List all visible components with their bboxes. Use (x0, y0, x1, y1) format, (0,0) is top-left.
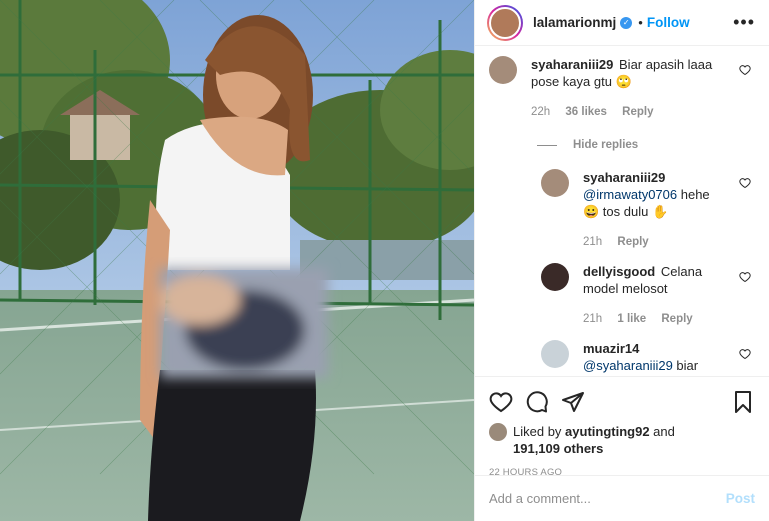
post-photo-image (0, 0, 474, 521)
post-photo[interactable] (0, 0, 474, 521)
hide-replies-line (537, 144, 557, 146)
reply-button[interactable]: Reply (661, 313, 692, 325)
liked-by-user[interactable]: ayutingting92 (565, 424, 650, 439)
like-heart-icon[interactable] (489, 390, 513, 414)
reply-likes[interactable]: 1 like (617, 313, 646, 325)
comment-bubble-icon[interactable] (525, 390, 549, 414)
post-comment-button[interactable]: Post (726, 491, 755, 506)
commenter-avatar[interactable] (489, 56, 517, 84)
reply-meta: 21h 1 like Reply (583, 311, 729, 328)
reply-mention[interactable]: @irmawaty0706 (583, 187, 677, 202)
share-paper-plane-icon[interactable] (561, 390, 585, 414)
post-actions: Liked by ayutingting92 and 191,109 other… (475, 376, 769, 478)
follow-button[interactable]: Follow (647, 15, 690, 30)
likes-summary: Liked by ayutingting92 and 191,109 other… (489, 423, 755, 457)
likes-others-count[interactable]: 191,109 others (513, 441, 603, 456)
comments-list[interactable]: syaharaniii29 Biar apasih laaa pose kaya… (475, 46, 769, 376)
verified-badge-icon: ✓ (620, 16, 633, 29)
comment-meta: 22h 36 likes Reply (531, 104, 729, 121)
reply-meta: 21h Reply (583, 234, 729, 251)
commenter-avatar[interactable] (541, 263, 569, 291)
liked-by-prefix: Liked by (513, 424, 566, 439)
comment-time[interactable]: 22h (531, 106, 550, 118)
reply-username[interactable]: syaharaniii29 (583, 170, 665, 185)
reply-username[interactable]: muazir14 (583, 341, 639, 356)
liked-by-and: and (649, 424, 675, 439)
reply-button[interactable]: Reply (622, 106, 653, 118)
like-comment-heart-icon[interactable] (739, 348, 751, 360)
comment-item: syaharaniii29 Biar apasih laaa pose kaya… (489, 56, 755, 121)
reply-item: syaharaniii29 @irmawaty0706 hehe 😀 tos d… (541, 169, 755, 251)
author-avatar[interactable] (487, 4, 523, 41)
reply-item: muazir14 @syaharaniii29 biar jangan apa … (541, 340, 755, 376)
hide-replies-toggle[interactable]: Hide replies (537, 139, 755, 151)
reply-username[interactable]: dellyisgood (583, 264, 655, 279)
author-username[interactable]: lalamarionmj (533, 15, 616, 30)
commenter-avatar[interactable] (541, 169, 569, 197)
comment-username[interactable]: syaharaniii29 (531, 57, 613, 72)
add-comment-input[interactable] (489, 491, 726, 506)
header-separator: • (638, 15, 643, 30)
hide-replies-label[interactable]: Hide replies (573, 139, 638, 151)
action-icons (489, 389, 755, 415)
reply-button[interactable]: Reply (617, 236, 648, 248)
liker-avatar[interactable] (489, 423, 507, 441)
more-options-icon[interactable]: ••• (733, 12, 755, 33)
add-comment-bar: Post (475, 475, 769, 521)
replies-list: syaharaniii29 @irmawaty0706 hehe 😀 tos d… (541, 169, 755, 376)
comment-likes[interactable]: 36 likes (565, 106, 607, 118)
like-comment-heart-icon[interactable] (739, 271, 751, 283)
reply-time[interactable]: 21h (583, 313, 602, 325)
post-header: lalamarionmj ✓ • Follow ••• (475, 0, 769, 46)
commenter-avatar[interactable] (541, 340, 569, 368)
reply-time[interactable]: 21h (583, 236, 602, 248)
like-comment-heart-icon[interactable] (739, 64, 751, 76)
reply-item: dellyisgood Celana model melosot 21h 1 l… (541, 263, 755, 328)
reply-mention[interactable]: @syaharaniii29 (583, 358, 673, 373)
post-sidebar: lalamarionmj ✓ • Follow ••• syaharaniii2… (474, 0, 769, 521)
save-bookmark-icon[interactable] (731, 390, 755, 414)
like-comment-heart-icon[interactable] (739, 177, 751, 189)
